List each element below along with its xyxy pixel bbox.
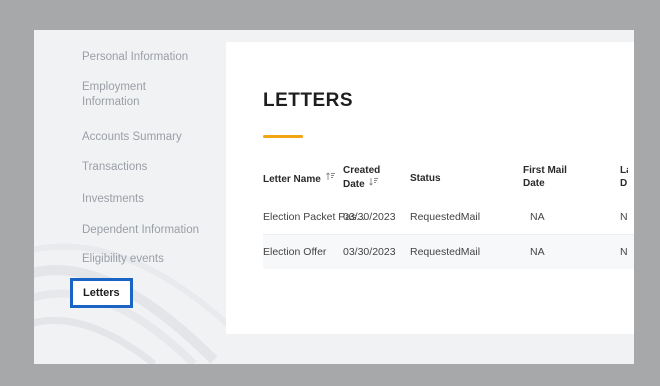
cell-first-mail-date: NA	[530, 211, 545, 223]
sidebar-item-eligibility-events[interactable]: Eligibility events	[82, 252, 222, 267]
letters-panel: LETTERS Letter Name Created Date Status …	[226, 42, 634, 334]
cell-letter-name[interactable]: Election Offer	[263, 246, 326, 258]
sidebar-item-dependent-information[interactable]: Dependent Information	[82, 223, 222, 238]
sidebar-item-employment-information[interactable]: Employment Information	[82, 80, 182, 110]
sidebar-item-letters[interactable]: Letters	[70, 278, 133, 308]
sidebar-item-accounts-summary[interactable]: Accounts Summary	[82, 130, 222, 145]
sidebar-item-investments[interactable]: Investments	[82, 192, 222, 207]
sidebar-item-transactions[interactable]: Transactions	[82, 160, 222, 175]
cell-last-mail-date: N	[620, 246, 628, 258]
cell-created-date: 03/30/2023	[343, 211, 396, 223]
cell-first-mail-date: NA	[530, 246, 545, 258]
cell-last-mail-date: N	[620, 211, 628, 223]
title-accent-bar	[263, 135, 303, 138]
table-row[interactable]: Election Offer 03/30/2023 RequestedMail …	[263, 235, 634, 269]
cell-status: RequestedMail	[410, 246, 481, 258]
column-header-label: Letter Name	[263, 174, 321, 185]
column-header-created-date[interactable]: Created Date	[343, 164, 393, 191]
table-row[interactable]: Election Packet Pas... 03/30/2023 Reques…	[263, 200, 634, 234]
column-header-first-mail-date[interactable]: First Mail Date	[523, 164, 575, 190]
column-header-status[interactable]: Status	[410, 172, 441, 185]
column-header-letter-name[interactable]: Letter Name	[263, 172, 335, 186]
app-window: Personal Information Employment Informat…	[34, 30, 634, 364]
sort-ascending-icon[interactable]	[325, 172, 335, 185]
sort-descending-icon[interactable]	[369, 177, 379, 190]
page-title: LETTERS	[263, 90, 354, 111]
column-header-last-mail-date[interactable]: La D	[620, 164, 628, 190]
cell-created-date: 03/30/2023	[343, 246, 396, 258]
sidebar-item-personal-information[interactable]: Personal Information	[82, 50, 222, 65]
sidebar-nav: Personal Information Employment Informat…	[34, 30, 224, 364]
cell-status: RequestedMail	[410, 211, 481, 223]
